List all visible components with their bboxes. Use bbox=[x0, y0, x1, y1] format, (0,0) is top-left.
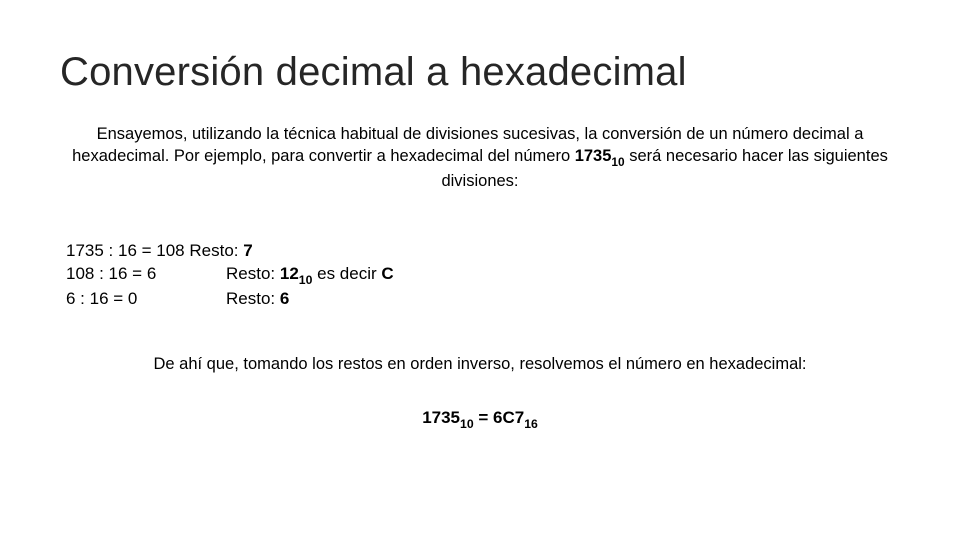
division-row-3: 6 : 16 = 0Resto: 6 bbox=[66, 288, 900, 311]
intro-number-sub: 10 bbox=[611, 155, 624, 169]
intro-number: 1735 bbox=[575, 147, 612, 165]
rest-label-2: Resto: bbox=[226, 264, 280, 283]
conclusion-text: De ahí que, tomando los restos en orden … bbox=[60, 355, 900, 374]
slide: Conversión decimal a hexadecimal Ensayem… bbox=[0, 0, 960, 540]
final-eq: = bbox=[474, 408, 493, 427]
page-title: Conversión decimal a hexadecimal bbox=[60, 50, 900, 95]
final-equation: 173510 = 6C716 bbox=[60, 408, 900, 430]
division-row-1: 1735 : 16 = 108 Resto: 7 bbox=[66, 240, 900, 263]
eq-2: 108 : 16 = 6 bbox=[66, 263, 226, 286]
final-lhs-sub: 10 bbox=[460, 417, 474, 431]
rest-letter-2: C bbox=[381, 264, 393, 283]
rest-label-3: Resto: bbox=[226, 289, 280, 308]
rest-val-2-sub: 10 bbox=[299, 273, 313, 287]
final-rhs: 6C7 bbox=[493, 408, 524, 427]
rest-val-3: 6 bbox=[280, 289, 289, 308]
rest-mid-2: es decir bbox=[312, 264, 381, 283]
division-steps: 1735 : 16 = 108 Resto: 7 108 : 16 = 6Res… bbox=[66, 240, 900, 311]
rest-val-1: 7 bbox=[243, 241, 252, 260]
final-lhs: 1735 bbox=[422, 408, 460, 427]
rest-val-2: 12 bbox=[280, 264, 299, 283]
final-rhs-sub: 16 bbox=[524, 417, 538, 431]
eq-1: 1735 : 16 = 108 bbox=[66, 240, 185, 263]
eq-3: 6 : 16 = 0 bbox=[66, 288, 226, 311]
intro-paragraph: Ensayemos, utilizando la técnica habitua… bbox=[70, 123, 890, 192]
division-row-2: 108 : 16 = 6Resto: 1210 es decir C bbox=[66, 263, 900, 288]
rest-label-1: Resto: bbox=[185, 241, 244, 260]
